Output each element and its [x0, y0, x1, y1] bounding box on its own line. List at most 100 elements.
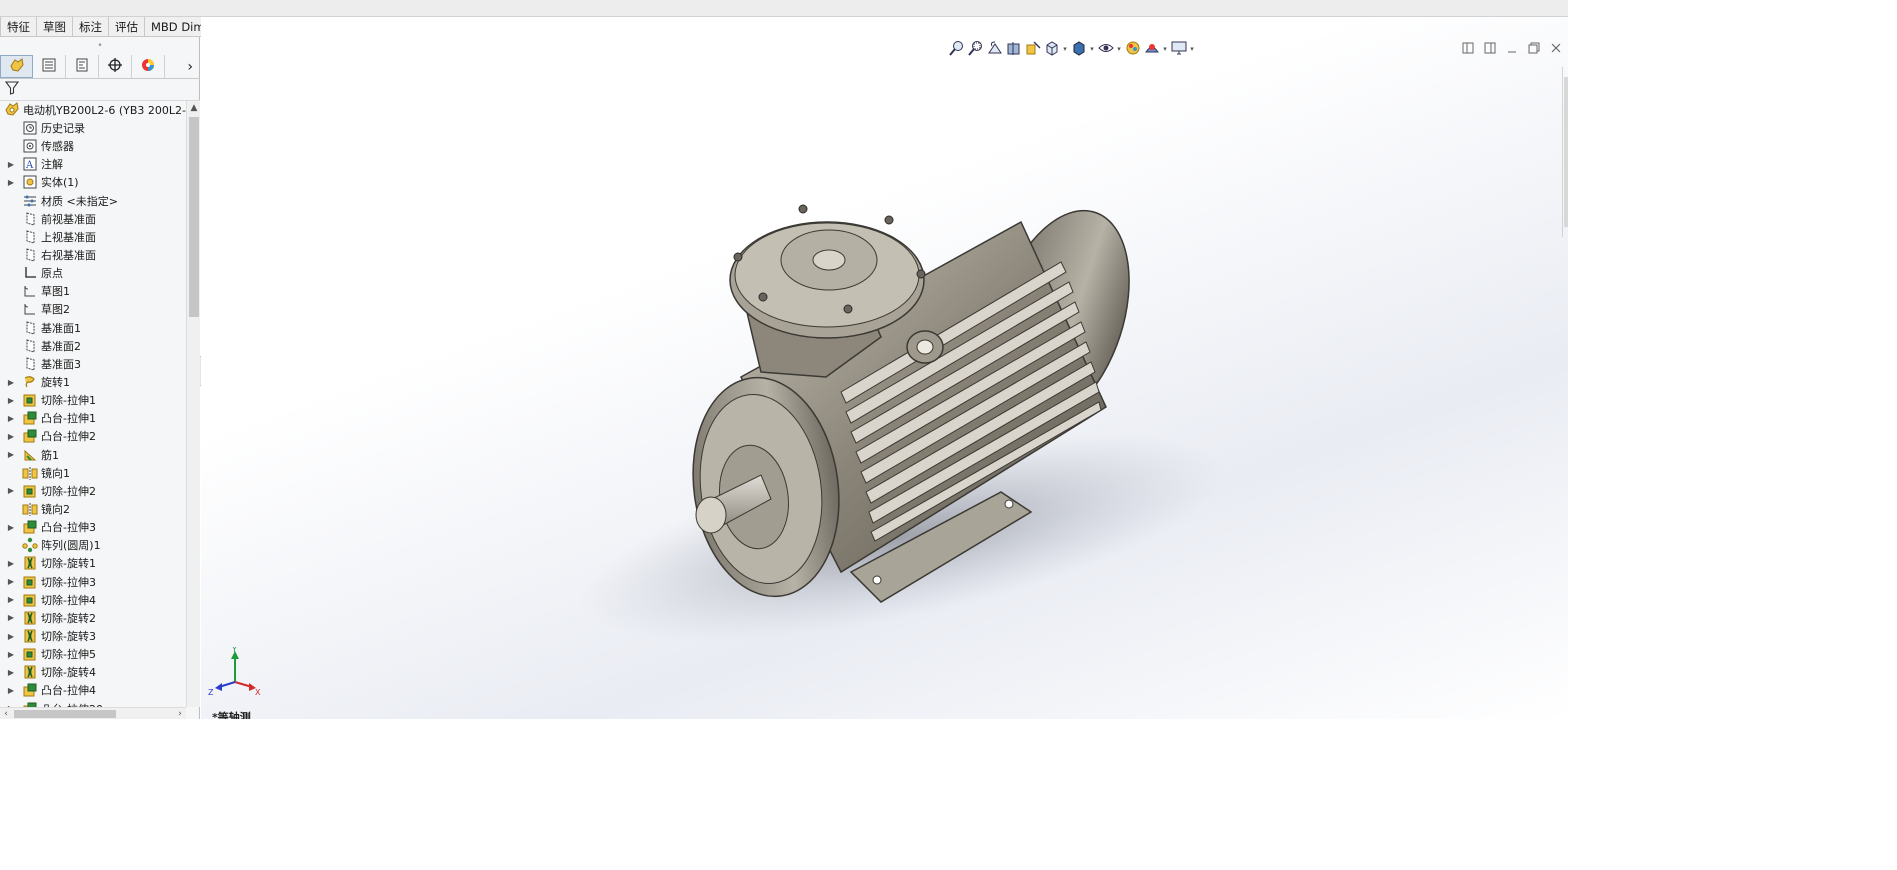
- tree-item[interactable]: ▶ 切除-旋转1: [0, 554, 186, 572]
- tree-horizontal-scrollbar[interactable]: ‹ ›: [0, 707, 186, 719]
- tree-item[interactable]: 镜向2: [0, 500, 186, 518]
- tree-item[interactable]: 材质 <未指定>: [0, 192, 186, 210]
- tree-item-label: 切除-旋转1: [41, 557, 96, 571]
- solidworks-window: 特征草图标注评估MBD DimensionsSOLIDWORKS 插件MBD嘉立…: [0, 0, 1568, 719]
- displaymanager-tab[interactable]: [132, 55, 165, 78]
- expand-arrow-icon[interactable]: ▶: [5, 450, 17, 459]
- command-tab[interactable]: 标注: [73, 17, 109, 37]
- scroll-up-arrow-icon[interactable]: ▲: [187, 101, 201, 115]
- boss-extrude-icon: [22, 410, 38, 426]
- tree-item[interactable]: 右视基准面: [0, 246, 186, 264]
- tree-item-label: 传感器: [41, 140, 74, 154]
- tree-item[interactable]: ▶凸台-拉伸20: [0, 700, 186, 707]
- tree-item-label: 历史记录: [41, 122, 85, 136]
- configurationmanager-tab[interactable]: [66, 55, 99, 78]
- scrollbar-thumb[interactable]: [189, 117, 199, 317]
- expand-arrow-icon[interactable]: ▶: [5, 668, 17, 677]
- expand-arrow-icon[interactable]: ▶: [5, 396, 17, 405]
- tree-item[interactable]: 原点: [0, 264, 186, 282]
- cut-revolve-icon: [22, 664, 38, 680]
- dimxpertmanager-tab[interactable]: [99, 55, 132, 78]
- propertymanager-tab[interactable]: [33, 55, 66, 78]
- displaymanager-color-wheel-icon: [140, 57, 156, 76]
- cut-extrude-icon: [22, 574, 38, 590]
- scroll-left-arrow-icon[interactable]: ‹: [0, 708, 12, 719]
- scroll-right-arrow-icon[interactable]: ›: [174, 708, 186, 719]
- expand-arrow-icon[interactable]: ▶: [5, 432, 17, 441]
- tree-item[interactable]: ▶ 切除-拉伸1: [0, 391, 186, 409]
- tree-item-label: 注解: [41, 158, 63, 172]
- tree-item[interactable]: ▶ 切除-旋转3: [0, 627, 186, 645]
- cut-extrude-icon: [22, 646, 38, 662]
- tree-item[interactable]: ▶ 旋转1: [0, 373, 186, 391]
- expand-arrow-icon[interactable]: ▶: [5, 160, 17, 169]
- expand-arrow-icon[interactable]: ▶: [5, 613, 17, 622]
- tree-item[interactable]: 前视基准面: [0, 210, 186, 228]
- tree-item[interactable]: 历史记录: [0, 119, 186, 137]
- featuremanager-tab[interactable]: [0, 55, 33, 78]
- tree-item[interactable]: 基准面3: [0, 355, 186, 373]
- command-tab[interactable]: 特征: [0, 17, 37, 37]
- graphics-area[interactable]: ▾ ▾ ▾ ▾ ▾ Y X Z: [201, 17, 1568, 719]
- tree-item[interactable]: 草图1: [0, 282, 186, 300]
- expand-arrow-icon[interactable]: ▶: [5, 650, 17, 659]
- tree-item[interactable]: ▶ 切除-旋转2: [0, 609, 186, 627]
- expand-arrow-icon[interactable]: ▶: [5, 559, 17, 568]
- expand-arrow-icon[interactable]: ▶: [5, 577, 17, 586]
- tree-item[interactable]: ▶ A 注解: [0, 155, 186, 173]
- tree-item-label: 切除-拉伸5: [41, 648, 96, 662]
- tree-item-label: 镜向2: [41, 503, 70, 517]
- feature-tree: 电动机YB200L2-6 (YB3 200L2-6) < 历史记录传感器 ▶ A 注解…: [0, 101, 186, 707]
- expand-arrow-icon[interactable]: ▶: [5, 686, 17, 695]
- tree-item[interactable]: ▶ 切除-拉伸4: [0, 591, 186, 609]
- material-icon: [22, 193, 38, 209]
- tree-item-label: 草图2: [41, 303, 70, 317]
- tree-item[interactable]: ▶ 切除-拉伸3: [0, 573, 186, 591]
- expand-arrow-icon[interactable]: ▶: [5, 486, 17, 495]
- pane-grip[interactable]: •: [0, 37, 200, 55]
- tree-item[interactable]: ▶ 实体(1): [0, 173, 186, 191]
- expand-arrow-icon[interactable]: ▶: [5, 178, 17, 187]
- tree-item[interactable]: ▶ 切除-拉伸5: [0, 645, 186, 663]
- tree-item[interactable]: 上视基准面: [0, 228, 186, 246]
- tree-item[interactable]: 基准面2: [0, 337, 186, 355]
- tree-item[interactable]: ▶ 凸台-拉伸3: [0, 518, 186, 536]
- filter-icon[interactable]: [4, 81, 20, 98]
- boss-extrude-icon: [22, 682, 38, 698]
- expand-arrow-icon[interactable]: ▶: [5, 414, 17, 423]
- expand-arrow-icon[interactable]: ▶: [5, 378, 17, 387]
- hscrollbar-thumb[interactable]: [14, 710, 116, 718]
- expand-arrow-icon[interactable]: ▶: [5, 523, 17, 532]
- tree-item[interactable]: ▶ 凸台-拉伸2: [0, 427, 186, 445]
- tree-filter[interactable]: [0, 79, 200, 101]
- more-tabs-arrow-icon[interactable]: ›: [165, 55, 199, 78]
- motor-3d-model[interactable]: [201, 17, 1568, 719]
- boss-extrude-icon: [22, 519, 38, 535]
- tree-item[interactable]: 草图2: [0, 300, 186, 318]
- tree-item-label: 切除-旋转4: [41, 666, 96, 680]
- tree-item[interactable]: 传感器: [0, 137, 186, 155]
- tree-item-label: 镜向1: [41, 466, 70, 480]
- tree-vertical-scrollbar[interactable]: ▲: [186, 101, 200, 707]
- tree-item[interactable]: 阵列(圆周)1: [0, 536, 186, 554]
- feature-manager-pane: • › 电动机YB200L2-6 (YB3 200L2-6) < 历史记录传感器…: [0, 37, 200, 719]
- tree-item[interactable]: ▶ 切除-拉伸2: [0, 482, 186, 500]
- tree-item-label: 右视基准面: [41, 249, 96, 263]
- tree-item-label: 切除-拉伸4: [41, 593, 96, 607]
- tree-item-label: 上视基准面: [41, 230, 96, 244]
- tree-item[interactable]: 镜向1: [0, 464, 186, 482]
- tree-item[interactable]: ▶ 切除-旋转4: [0, 663, 186, 681]
- command-tab[interactable]: 评估: [109, 17, 145, 37]
- mirror-icon: [22, 465, 38, 481]
- tree-item[interactable]: ▶ 凸台-拉伸1: [0, 409, 186, 427]
- tree-item[interactable]: 基准面1: [0, 319, 186, 337]
- tree-item-label: 凸台-拉伸4: [41, 684, 96, 698]
- tree-item[interactable]: ▶ 筋1: [0, 446, 186, 464]
- expand-arrow-icon[interactable]: ▶: [5, 632, 17, 641]
- command-tab[interactable]: 草图: [37, 17, 73, 37]
- orientation-triad: Y X Z: [208, 647, 261, 697]
- tree-item-label: 原点: [41, 267, 63, 281]
- tree-root-part[interactable]: 电动机YB200L2-6 (YB3 200L2-6) <: [0, 101, 186, 119]
- tree-item[interactable]: ▶ 凸台-拉伸4: [0, 681, 186, 699]
- expand-arrow-icon[interactable]: ▶: [5, 595, 17, 604]
